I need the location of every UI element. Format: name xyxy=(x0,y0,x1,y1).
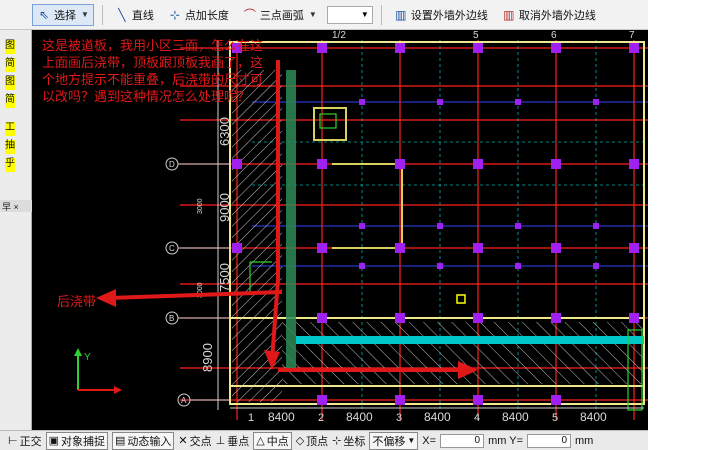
line-icon: ╲ xyxy=(118,7,126,22)
three-point-arc-tool-button[interactable]: ⌒ 三点画弧 ▼ xyxy=(239,4,321,26)
ortho-icon: ⊢ xyxy=(8,435,18,447)
toolbar-divider xyxy=(101,4,103,25)
ortho-toggle[interactable]: ⊢ 正交 xyxy=(8,433,42,449)
chevron-down-icon: ▼ xyxy=(360,10,369,19)
left-tab-3[interactable]: 图 xyxy=(5,76,15,90)
dim-8400-3: 8400 xyxy=(424,410,451,424)
object-snap-toggle[interactable]: ▣ 对象捕捉 xyxy=(45,431,108,450)
midpoint-icon: △ xyxy=(256,435,265,447)
snap-coordinate[interactable]: ⊹ 坐标 xyxy=(332,433,365,449)
dim-8400-1: 8400 xyxy=(268,410,295,424)
set-outer-wall-edge-button[interactable]: ▥ 设置外墙外边线 xyxy=(390,4,492,26)
dim-9000: 9000 xyxy=(217,193,232,222)
select-tool-button[interactable]: ⇖ 选择 ▼ xyxy=(32,3,94,26)
x-coordinate-input[interactable]: 0 xyxy=(440,433,485,448)
line-tool-button[interactable]: ╲ 直线 xyxy=(111,4,158,26)
left-tab-7[interactable]: 乎 xyxy=(5,158,15,172)
axis-label-b: B xyxy=(169,314,174,323)
top-axis-numbers: 1/2 5 6 7 xyxy=(332,30,635,41)
drawing-toolbar: ⇖ 选择 ▼ ╲ 直线 ⊹ 点加长度 ⌒ 三点画弧 ▼ ▼ ▥ 设置外墙外边线 … xyxy=(0,0,648,30)
svg-text:2: 2 xyxy=(318,412,324,424)
chevron-down-icon[interactable]: ▼ xyxy=(81,10,89,19)
left-tab-1[interactable]: 图 xyxy=(5,40,15,54)
y-coordinate-input[interactable]: 0 xyxy=(527,433,572,448)
layer-select[interactable]: ▼ xyxy=(326,5,373,24)
point-length-tool-button[interactable]: ⊹ 点加长度 xyxy=(164,4,233,26)
wall-edge-cancel-icon: ▥ xyxy=(503,7,515,22)
app-window: ⇖ 选择 ▼ ╲ 直线 ⊹ 点加长度 ⌒ 三点画弧 ▼ ▼ ▥ 设置外墙外边线 … xyxy=(0,0,718,450)
dim-8400-5: 8400 xyxy=(580,410,607,424)
axis-label-d: D xyxy=(169,160,175,169)
left-panel: 图 简 图 简 工 抽 乎 早 × xyxy=(0,30,32,438)
point-length-icon: ⊹ xyxy=(169,7,180,22)
dim-6300: 6300 xyxy=(217,117,232,146)
left-tab-5[interactable]: 工 xyxy=(5,122,15,136)
chevron-down-icon: ▼ xyxy=(407,436,416,445)
offset-select[interactable]: 不偏移 ▼ xyxy=(369,431,419,450)
room-outlines xyxy=(313,107,403,249)
svg-text:5: 5 xyxy=(552,412,558,424)
vertex-icon: ◇ xyxy=(295,435,305,447)
left-tab-6[interactable]: 抽 xyxy=(5,140,15,154)
dim-8900: 8900 xyxy=(200,343,215,372)
axis-label-a: A xyxy=(181,396,187,405)
snap-perpendicular[interactable]: ⊥ 垂点 xyxy=(216,433,250,449)
dim-7500: 7500 xyxy=(217,263,232,292)
y-label: mm Y= xyxy=(488,434,524,447)
cyan-beam xyxy=(296,336,644,344)
x-label: X= xyxy=(422,434,437,447)
svg-text:1/2: 1/2 xyxy=(332,30,346,41)
toolbar-divider xyxy=(380,4,382,25)
dynamic-input-toggle[interactable]: ▤ 动态输入 xyxy=(112,431,175,450)
selected-marker xyxy=(456,294,466,304)
chevron-down-icon[interactable]: ▼ xyxy=(309,10,317,19)
svg-text:3000: 3000 xyxy=(197,198,204,214)
wall-edge-icon: ▥ xyxy=(395,7,407,22)
perpendicular-icon: ⊥ xyxy=(215,435,226,447)
snap-intersection[interactable]: ✕ 交点 xyxy=(178,433,211,449)
panel-pin-header[interactable]: 早 × xyxy=(0,200,32,212)
snap-midpoint[interactable]: △ 中点 xyxy=(253,431,292,450)
left-dimensions: 6300 9000 7500 8900 xyxy=(200,117,232,372)
cancel-outer-wall-edge-button[interactable]: ▥ 取消外墙外边线 xyxy=(498,4,600,26)
svg-text:Y: Y xyxy=(84,352,91,363)
svg-text:5: 5 xyxy=(473,30,479,41)
status-bar: ⊢ 正交 ▣ 对象捕捉 ▤ 动态输入 ✕ 交点 ⊥ 垂点 △ 中点 ◇ 顶点 ⊹ 坐标 不偏移 ▼… xyxy=(0,430,648,450)
arc-icon: ⌒ xyxy=(243,7,256,22)
dim-8400-2: 8400 xyxy=(346,410,373,424)
coordinate-icon: ⊹ xyxy=(332,435,342,447)
dynamic-input-icon: ▤ xyxy=(115,435,126,447)
svg-text:6: 6 xyxy=(551,30,557,41)
green-wall xyxy=(286,70,296,370)
svg-text:3: 3 xyxy=(396,412,402,424)
intersection-icon: ✕ xyxy=(178,435,188,447)
grid-lines-secondary xyxy=(252,101,648,267)
left-tab-2[interactable]: 简 xyxy=(5,58,15,72)
cursor-icon: ⇖ xyxy=(38,7,50,22)
dim-8400-4: 8400 xyxy=(502,410,529,424)
svg-text:7: 7 xyxy=(629,30,635,41)
svg-text:1: 1 xyxy=(248,412,254,424)
left-tab-4[interactable]: 简 xyxy=(5,94,15,108)
snap-vertex[interactable]: ◇ 顶点 xyxy=(296,433,328,449)
unit-label: mm xyxy=(575,434,594,447)
snap-icon: ▣ xyxy=(48,435,59,447)
axis-label-c: C xyxy=(169,244,175,253)
svg-text:4: 4 xyxy=(474,412,480,424)
annotation-text: 这是被道板，我用小区三面，怎么在这上面画后浇带，顶板跟顶板我画了，这个地方提示不… xyxy=(42,39,264,105)
post-cast-strip-label: 后浇带 xyxy=(57,295,97,310)
ucs-axis-icon: Y xyxy=(74,348,122,394)
